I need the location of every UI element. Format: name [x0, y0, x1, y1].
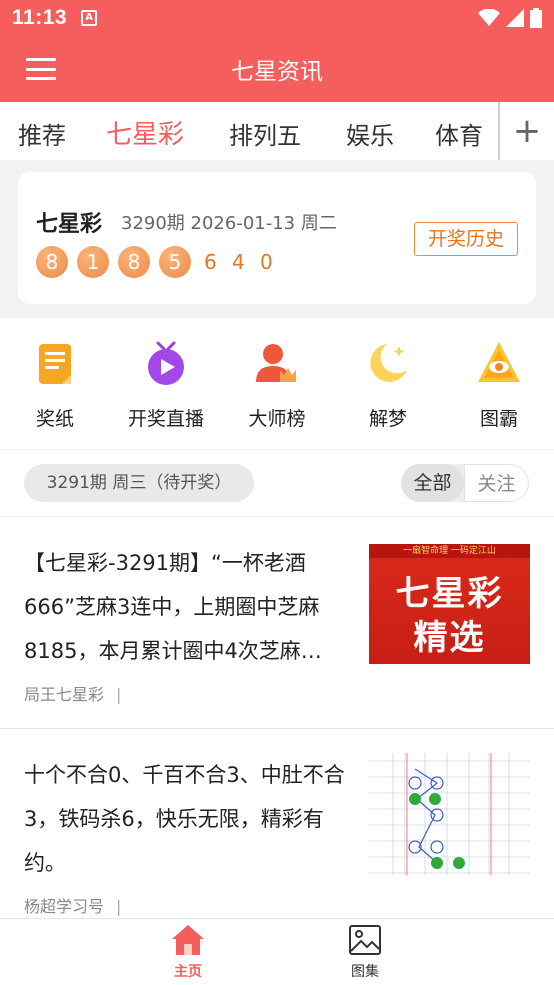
lottery-card-area: 七星彩 3290期 2026-01-13 周二 8 1 8 5 6 4 0 开奖…	[0, 160, 554, 318]
number-ball: 5	[159, 246, 191, 278]
trend-chart-thumbnail	[369, 753, 530, 875]
article-item[interactable]: 十个不合0、千百不合3、中肚不合3，铁码杀6，快乐无限，精彩有约。 杨超学习号 |	[0, 729, 554, 919]
article-item[interactable]: 【七星彩-3291期】“一杯老酒666”芝麻3连中，上期圈中芝麻8185，本月累…	[0, 517, 554, 729]
feature-paper[interactable]: 奖纸	[0, 318, 110, 450]
nav-gallery[interactable]: 图集	[325, 923, 405, 981]
nav-label: 主页	[174, 964, 202, 980]
app-header: 11:13 A 七星资讯	[0, 0, 554, 102]
moon-icon	[370, 344, 407, 382]
tab-qixingcai[interactable]: 七星彩	[106, 114, 184, 151]
segment-follow[interactable]: 关注	[464, 464, 529, 502]
signal-icon	[506, 9, 524, 27]
number-ball: 1	[77, 246, 109, 278]
category-tabs: 推荐 七星彩 排列五 娱乐 体育 +	[0, 102, 554, 160]
feature-label: 大师榜	[248, 408, 306, 430]
feature-label: 解梦	[368, 408, 407, 430]
article-source: 局王七星彩 |	[24, 681, 121, 705]
nav-label: 图集	[351, 964, 379, 980]
title-bar: 七星资讯	[0, 36, 554, 102]
issue-selector[interactable]: 3291期 周三（待开奖）	[24, 464, 254, 502]
bottom-navigation: 主页 图集	[0, 919, 554, 985]
draw-history-button[interactable]: 开奖历史	[414, 222, 518, 256]
article-source: 杨超学习号 |	[24, 893, 121, 917]
tab-sports[interactable]: 体育	[435, 116, 483, 151]
page-title: 七星资讯	[231, 59, 323, 85]
article-title: 【七星彩-3291期】“一杯老酒666”芝麻3连中，上期圈中芝麻8185，本月累…	[24, 551, 322, 663]
tab-recommend[interactable]: 推荐	[18, 116, 66, 151]
article-thumbnail: 一扇智命理 一码定江山 七星彩 精选	[369, 544, 530, 664]
add-tab-button[interactable]: +	[498, 102, 554, 160]
thumbnail-subtitle: 精选	[413, 618, 486, 658]
winning-numbers: 8 1 8 5 6 4 0	[36, 246, 278, 278]
paper-icon	[39, 344, 71, 384]
thumbnail-banner-text: 一扇智命理 一码定江山	[369, 544, 530, 558]
pyramid-eye-icon	[478, 342, 520, 382]
status-bar: 11:13 A	[0, 0, 554, 36]
plain-number: 0	[260, 250, 273, 274]
feature-live[interactable]: 开奖直播	[111, 318, 221, 450]
article-title: 十个不合0、千百不合3、中肚不合3，铁码杀6，快乐无限，精彩有约。	[24, 763, 345, 875]
home-icon	[172, 925, 204, 955]
article-author: 杨超学习号	[24, 897, 105, 916]
master-rank-icon	[256, 344, 296, 382]
feature-dream[interactable]: 解梦	[333, 318, 443, 450]
feed-toggle: 全部 关注	[401, 464, 529, 502]
menu-icon[interactable]	[26, 58, 56, 80]
feature-master[interactable]: 大师榜	[222, 318, 332, 450]
lottery-name: 七星彩	[36, 212, 103, 237]
lottery-issue-info: 3290期 2026-01-13 周二	[121, 213, 337, 234]
gallery-icon	[349, 925, 381, 955]
live-tv-icon	[148, 341, 184, 385]
nav-home[interactable]: 主页	[148, 923, 228, 981]
tab-entertainment[interactable]: 娱乐	[346, 116, 394, 151]
segment-all[interactable]: 全部	[401, 464, 464, 502]
separator: |	[116, 897, 122, 916]
wifi-icon	[478, 9, 500, 26]
article-author: 局王七星彩	[24, 685, 105, 704]
feature-label: 奖纸	[35, 408, 74, 430]
lottery-result-card[interactable]: 七星彩 3290期 2026-01-13 周二 8 1 8 5 6 4 0 开奖…	[18, 172, 536, 304]
battery-icon	[530, 8, 542, 28]
plain-number: 4	[232, 250, 245, 274]
tab-pailie5[interactable]: 排列五	[229, 116, 301, 151]
plain-number: 6	[204, 250, 217, 274]
feature-tuba[interactable]: 图霸	[444, 318, 554, 450]
app-notification-icon: A	[81, 10, 98, 26]
thumbnail-title: 七星彩	[395, 574, 504, 614]
feature-label: 图霸	[479, 408, 518, 430]
feature-label: 开奖直播	[127, 408, 204, 430]
status-icons	[478, 8, 542, 28]
feature-grid: 奖纸 开奖直播 大师榜 解梦 图霸	[0, 318, 554, 450]
number-ball: 8	[118, 246, 150, 278]
status-time: 11:13	[12, 6, 68, 29]
number-ball: 8	[36, 246, 68, 278]
issue-filter-bar: 3291期 周三（待开奖） 全部 关注	[0, 450, 554, 517]
separator: |	[116, 685, 122, 704]
